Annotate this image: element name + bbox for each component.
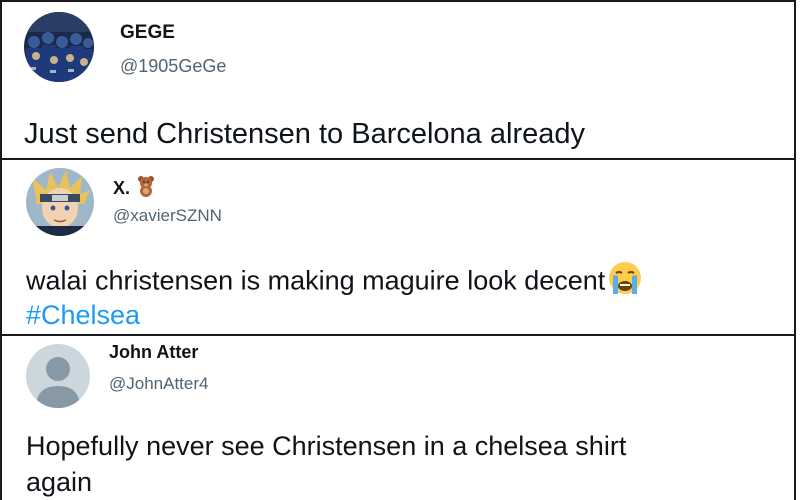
- teddy-bear-icon: [136, 175, 156, 202]
- user-handle[interactable]: @1905GeGe: [120, 56, 226, 77]
- tweet-text: Hopefully never see Christensen in a che…: [26, 428, 626, 500]
- tweet-card-john-atter[interactable]: John Atter @JohnAtter4 Hopefully never s…: [0, 334, 796, 500]
- tweet-collage: GEGE @1905GeGe Just send Christensen to …: [0, 0, 800, 500]
- tweet-text: walai christensen is making maguire look…: [26, 260, 643, 305]
- loudly-crying-face-icon: [607, 260, 643, 305]
- display-name[interactable]: X.: [113, 175, 156, 202]
- tweet-text: Just send Christensen to Barcelona alrea…: [24, 118, 585, 150]
- tweet-card-xavier[interactable]: X. @xavierSZNN walai christensen is maki…: [0, 158, 796, 336]
- display-name-text: X.: [113, 178, 131, 198]
- user-handle[interactable]: @xavierSZNN: [113, 206, 222, 226]
- tweet-text-line-1: Hopefully never see Christensen in a che…: [26, 431, 627, 461]
- hashtag-link[interactable]: #Chelsea: [26, 300, 140, 331]
- display-name[interactable]: John Atter: [109, 342, 198, 363]
- default-profile-avatar[interactable]: [26, 344, 90, 408]
- tweet-text-body: walai christensen is making maguire look…: [26, 265, 606, 296]
- user-handle[interactable]: @JohnAtter4: [109, 374, 208, 394]
- display-name[interactable]: GEGE: [120, 22, 175, 44]
- tweet-text-line-2: again: [26, 467, 93, 497]
- tweet-card-gege[interactable]: GEGE @1905GeGe Just send Christensen to …: [0, 0, 796, 160]
- crowd-photo-avatar[interactable]: [24, 12, 94, 82]
- anime-character-avatar[interactable]: [26, 168, 94, 236]
